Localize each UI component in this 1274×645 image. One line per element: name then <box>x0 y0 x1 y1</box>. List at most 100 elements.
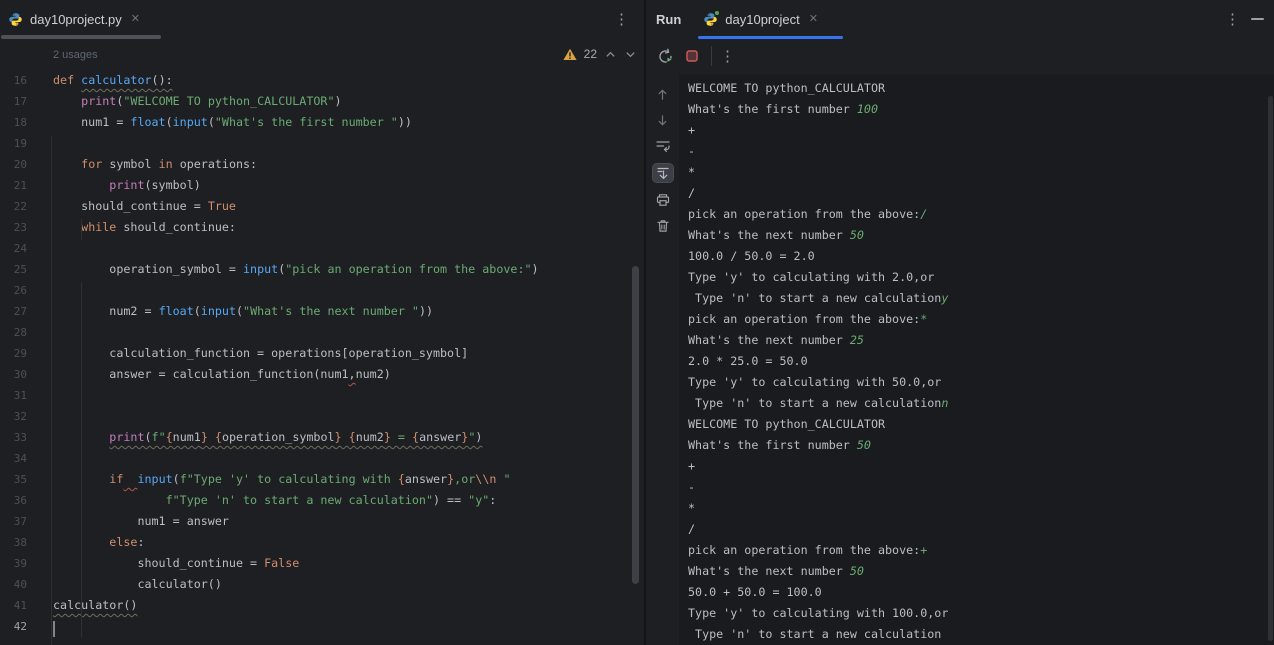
line-number[interactable]: 36 <box>0 490 27 511</box>
code-token: input <box>137 472 172 486</box>
code-line[interactable]: 35 if input(f"Type 'y' to calculating wi… <box>0 469 644 490</box>
code-line[interactable]: 25 operation_symbol = input("pick an ope… <box>0 259 644 280</box>
code-token: input <box>173 115 208 129</box>
code-token: symbol <box>102 157 158 171</box>
code-line[interactable]: 2 usages <box>0 44 644 70</box>
line-number[interactable]: 21 <box>0 175 27 196</box>
line-number[interactable]: 25 <box>0 259 27 280</box>
code-token: ( <box>144 430 151 444</box>
line-number[interactable]: 37 <box>0 511 27 532</box>
code-token: "WELCOME TO python_CALCULATOR" <box>123 94 334 108</box>
line-number[interactable]: 27 <box>0 301 27 322</box>
code-line[interactable]: 29 calculation_function = operations[ope… <box>0 343 644 364</box>
code-line[interactable]: 38 else: <box>0 532 644 553</box>
code-token: False <box>264 556 299 570</box>
code-line[interactable]: 26 <box>0 280 644 301</box>
scroll-down-icon[interactable] <box>653 112 673 128</box>
code-line[interactable]: 30 answer = calculation_function(num1,nu… <box>0 364 644 385</box>
line-number[interactable]: 33 <box>0 427 27 448</box>
code-line[interactable]: 19 <box>0 133 644 154</box>
code-line[interactable]: 24 <box>0 238 644 259</box>
code-line[interactable]: 16 def calculator(): <box>0 70 644 91</box>
code-line[interactable]: 23 while should_continue: <box>0 217 644 238</box>
code-line[interactable]: 17 print("WELCOME TO python_CALCULATOR") <box>0 91 644 112</box>
code-line[interactable]: 34 <box>0 448 644 469</box>
line-number[interactable]: 29 <box>0 343 27 364</box>
line-number[interactable]: 19 <box>0 133 27 154</box>
code-line[interactable]: 27 num2 = float(input("What's the next n… <box>0 301 644 322</box>
code-text: else: <box>53 532 145 553</box>
console-line: What's the first number 100 <box>688 99 1274 120</box>
minimize-icon[interactable] <box>1251 18 1264 20</box>
scroll-to-end-icon[interactable] <box>653 164 673 182</box>
line-number[interactable]: 30 <box>0 364 27 385</box>
line-number[interactable]: 40 <box>0 574 27 595</box>
line-number[interactable] <box>0 44 27 70</box>
code-line[interactable]: 32 <box>0 406 644 427</box>
code-line[interactable]: 20 for symbol in operations: <box>0 154 644 175</box>
line-number[interactable]: 38 <box>0 532 27 553</box>
editor-options-kebab-icon[interactable]: ⋮ <box>614 12 628 27</box>
code-line[interactable]: 18 num1 = float(input("What's the first … <box>0 112 644 133</box>
line-number[interactable]: 39 <box>0 553 27 574</box>
line-number[interactable]: 18 <box>0 112 27 133</box>
console-output-text: Type 'y' to calculating with 100.0,or <box>688 606 948 620</box>
code-line[interactable]: 22 should_continue = True <box>0 196 644 217</box>
code-line[interactable]: 21 print(symbol) <box>0 175 644 196</box>
next-warning-chevron-down-icon[interactable] <box>624 48 637 61</box>
stop-button[interactable] <box>682 46 702 66</box>
run-toolbar: ⋮ <box>646 38 1274 74</box>
line-number[interactable]: 20 <box>0 154 27 175</box>
tool-window-title: Run <box>656 12 681 27</box>
editor-tab-day10project[interactable]: day10project.py ✕ <box>0 0 148 38</box>
code-token: "What's the first number " <box>215 115 398 129</box>
code-token <box>53 94 81 108</box>
clear-all-trash-icon[interactable] <box>653 218 673 234</box>
console-output-text: WELCOME TO python_CALCULATOR <box>688 81 885 95</box>
console-output-text: Type 'y' to calculating with 2.0,or <box>688 270 934 284</box>
line-number[interactable]: 34 <box>0 448 27 469</box>
code-token: float <box>159 304 194 318</box>
run-options-kebab-icon[interactable]: ⋮ <box>1225 12 1239 27</box>
line-number[interactable]: 31 <box>0 385 27 406</box>
line-number[interactable]: 28 <box>0 322 27 343</box>
line-number[interactable]: 35 <box>0 469 27 490</box>
code-line[interactable]: 31 <box>0 385 644 406</box>
previous-warning-chevron-up-icon[interactable] <box>604 48 617 61</box>
line-number[interactable]: 22 <box>0 196 27 217</box>
code-editor[interactable]: 2 usages16 def calculator():17 print("WEL… <box>0 42 644 645</box>
line-number[interactable]: 17 <box>0 91 27 112</box>
inspections-widget[interactable]: 22 <box>563 47 637 61</box>
code-token: } <box>384 430 391 444</box>
line-number[interactable]: 26 <box>0 280 27 301</box>
code-token: for <box>81 157 102 171</box>
line-number[interactable]: 24 <box>0 238 27 259</box>
code-line[interactable]: 36 f"Type 'n' to start a new calculation… <box>0 490 644 511</box>
code-line[interactable]: 28 <box>0 322 644 343</box>
run-tab-day10project[interactable]: day10project ✕ <box>695 0 826 38</box>
code-line[interactable]: 42 <box>0 616 644 637</box>
line-number[interactable]: 16 <box>0 70 27 91</box>
code-token: f"Type 'y' to calculating with <box>180 472 398 486</box>
code-line[interactable]: 39 should_continue = False <box>0 553 644 574</box>
console-output-text: pick an operation from the above: <box>688 312 920 326</box>
code-line[interactable]: 41calculator() <box>0 595 644 616</box>
line-number[interactable]: 42 <box>0 616 27 637</box>
print-icon[interactable] <box>653 192 673 208</box>
rerun-button[interactable] <box>655 46 675 66</box>
close-run-tab-icon[interactable]: ✕ <box>809 14 818 25</box>
console-output[interactable]: WELCOME TO python_CALCULATOR What's the f… <box>679 74 1274 645</box>
code-line[interactable]: 40 calculator() <box>0 574 644 595</box>
line-number[interactable]: 23 <box>0 217 27 238</box>
line-number[interactable]: 41 <box>0 595 27 616</box>
soft-wrap-icon[interactable] <box>653 138 673 154</box>
console-more-kebab-icon[interactable]: ⋮ <box>720 49 734 64</box>
console-scrollbar[interactable] <box>1268 96 1273 641</box>
code-line[interactable]: 33 print(f"{num1} {operation_symbol} {nu… <box>0 427 644 448</box>
close-tab-icon[interactable]: ✕ <box>131 14 140 25</box>
editor-scrollbar[interactable] <box>632 266 639 584</box>
code-text: def calculator(): <box>53 70 173 91</box>
scroll-up-icon[interactable] <box>653 86 673 102</box>
code-line[interactable]: 37 num1 = answer <box>0 511 644 532</box>
line-number[interactable]: 32 <box>0 406 27 427</box>
